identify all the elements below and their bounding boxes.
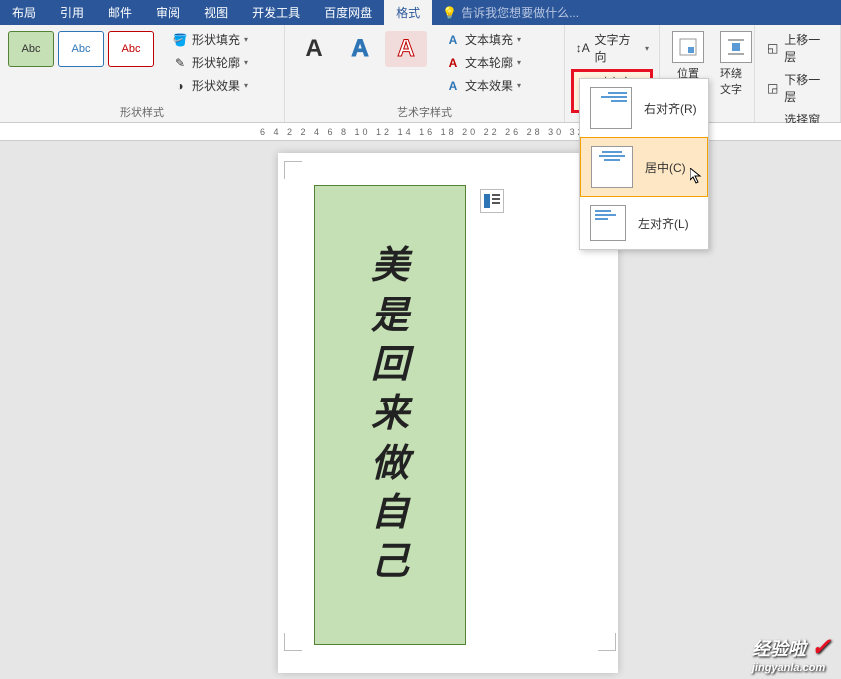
- align-right-icon: [590, 87, 632, 129]
- chevron-down-icon: ▾: [244, 81, 248, 90]
- align-center-icon: [591, 146, 633, 188]
- wrap-icon: [720, 31, 752, 63]
- text-outline-icon: A: [445, 55, 461, 71]
- text-direction-button[interactable]: ↕A 文字方向 ▾: [571, 29, 653, 67]
- document-area: 6 4 2 2 4 6 8 10 12 14 16 18 20 22 26 28…: [0, 123, 841, 679]
- chevron-down-icon: ▾: [517, 35, 521, 44]
- tell-me-text: 告诉我您想要做什么...: [461, 4, 579, 21]
- tab-developer[interactable]: 开发工具: [240, 0, 312, 25]
- align-right-item[interactable]: 右对齐(R): [580, 79, 708, 137]
- paint-bucket-icon: 🪣: [172, 32, 188, 48]
- watermark: 经验啦 ✓ jingyanla.com: [752, 633, 831, 674]
- tab-mailings[interactable]: 邮件: [96, 0, 144, 25]
- tab-layout[interactable]: 布局: [0, 0, 48, 25]
- text-effects-icon: A: [445, 78, 461, 94]
- pen-icon: ✎: [172, 55, 188, 71]
- position-button[interactable]: 位置: [666, 29, 710, 83]
- shape-styles-label: 形状样式: [6, 102, 278, 120]
- shape-style-3[interactable]: Abc: [108, 31, 154, 67]
- shape-effects-button[interactable]: ◑ 形状效果 ▾: [168, 75, 252, 96]
- chevron-down-icon: ▾: [517, 81, 521, 90]
- checkmark-icon: ✓: [811, 634, 831, 661]
- layout-options-button[interactable]: [480, 189, 504, 213]
- shape-outline-button[interactable]: ✎ 形状轮廓 ▾: [168, 52, 252, 73]
- chevron-down-icon: ▾: [244, 58, 248, 67]
- ruler[interactable]: 6 4 2 2 4 6 8 10 12 14 16 18 20 22 26 28…: [0, 123, 841, 141]
- chevron-down-icon: ▾: [645, 44, 649, 53]
- vertical-textbox[interactable]: 美 是 回 来 做 自 己: [314, 185, 466, 645]
- align-center-item[interactable]: 居中(C): [580, 137, 708, 197]
- text-fill-icon: A: [445, 32, 461, 48]
- margin-mark-bl: [284, 633, 302, 651]
- position-icon: [672, 31, 704, 63]
- align-left-item[interactable]: 左对齐(L): [580, 197, 708, 249]
- wordart-style-2[interactable]: A: [339, 31, 381, 67]
- send-backward-button[interactable]: ◲ 下移一层: [761, 69, 834, 107]
- text-direction-icon: ↕A: [575, 40, 591, 56]
- align-text-menu: 右对齐(R) 居中(C) 左对齐(L): [579, 78, 709, 250]
- wordart-label: 艺术字样式: [291, 102, 558, 120]
- send-backward-icon: ◲: [765, 80, 780, 96]
- tab-format[interactable]: 格式: [384, 0, 432, 25]
- margin-mark-tl: [284, 161, 302, 179]
- margin-mark-br: [598, 633, 616, 651]
- bring-forward-icon: ◱: [765, 40, 780, 56]
- text-outline-button[interactable]: A 文本轮廓 ▾: [441, 52, 525, 73]
- vertical-text-content: 美 是 回 来 做 自 己: [371, 242, 409, 588]
- cursor-icon: [690, 168, 706, 187]
- bring-forward-button[interactable]: ◱ 上移一层: [761, 29, 834, 67]
- tab-view[interactable]: 视图: [192, 0, 240, 25]
- shape-style-2[interactable]: Abc: [58, 31, 104, 67]
- shape-fill-button[interactable]: 🪣 形状填充 ▾: [168, 29, 252, 50]
- align-left-icon: [590, 205, 626, 241]
- wordart-style-3[interactable]: A: [385, 31, 427, 67]
- wordart-style-1[interactable]: A: [293, 31, 335, 67]
- shape-style-1[interactable]: Abc: [8, 31, 54, 67]
- chevron-down-icon: ▾: [244, 35, 248, 44]
- lightbulb-icon: 💡: [442, 6, 457, 20]
- layout-options-icon: [484, 194, 500, 208]
- wrap-text-button[interactable]: 环绕文字: [714, 29, 758, 99]
- tab-references[interactable]: 引用: [48, 0, 96, 25]
- tell-me-search[interactable]: 💡 告诉我您想要做什么...: [442, 4, 579, 21]
- text-effects-button[interactable]: A 文本效果 ▾: [441, 75, 525, 96]
- effects-icon: ◑: [172, 78, 188, 94]
- chevron-down-icon: ▾: [517, 58, 521, 67]
- tab-review[interactable]: 审阅: [144, 0, 192, 25]
- text-fill-button[interactable]: A 文本填充 ▾: [441, 29, 525, 50]
- tab-baidu[interactable]: 百度网盘: [312, 0, 384, 25]
